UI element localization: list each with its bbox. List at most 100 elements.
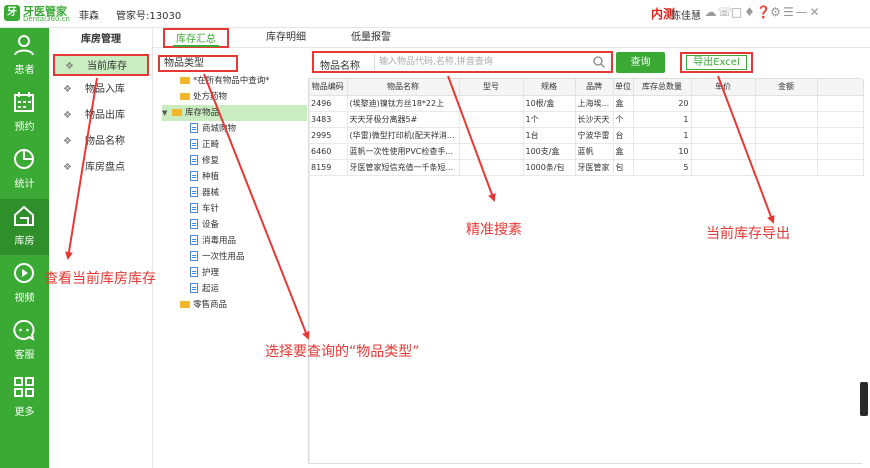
search-box: 物品名称 <box>312 51 613 73</box>
tree-item-label: 处方药物 <box>193 92 228 102</box>
tree-item-care[interactable]: 护理 <box>190 265 219 281</box>
tree-item-disinfection[interactable]: 消毒用品 <box>190 233 236 249</box>
search-label: 物品名称 <box>320 61 360 72</box>
col-header[interactable]: 单价 <box>691 79 756 96</box>
tree-item-equipment[interactable]: 设备 <box>190 217 219 233</box>
sidebar-item-stock-in[interactable]: ❖ 物品入库 <box>53 79 149 101</box>
col-header[interactable]: 型号 <box>459 79 524 96</box>
document-icon <box>190 187 198 197</box>
tree-item-label: 种植 <box>202 172 220 182</box>
nav-stats[interactable]: 统计 <box>0 142 49 198</box>
col-header[interactable]: 品牌 <box>575 79 614 96</box>
tree-item-label: 器械 <box>202 188 220 198</box>
cell-brand: 长沙天天 <box>575 111 614 128</box>
cell-blank <box>817 95 864 112</box>
tree-item-label: 库存物品 <box>185 108 220 118</box>
cell-price <box>691 159 756 176</box>
tree-item-implant[interactable]: 种植 <box>190 169 219 185</box>
table-row[interactable]: 2496 (埃黎迪)镍钛方丝18*22上 10根/盒 上海埃... 盒 20 <box>309 95 864 112</box>
tree-item-mall[interactable]: 商城购物 <box>190 121 236 137</box>
tree-item-stock-goods[interactable]: ▼ 库存物品 <box>162 105 307 121</box>
table-row[interactable]: 2995 (华雷)微型打印机(配天祥消... 1台 宁波华雷 台 1 <box>309 127 864 144</box>
bell-icon[interactable]: ♦ <box>743 5 756 19</box>
cell-name: 天天牙极分离器5# <box>347 111 460 128</box>
nav-label: 库房 <box>14 236 35 247</box>
nav-label: 更多 <box>14 407 35 418</box>
tab-stock-summary[interactable]: 库存汇总 <box>163 28 229 48</box>
tree-item-all[interactable]: *在所有物品中查询* <box>180 73 270 89</box>
cell-model <box>459 111 524 128</box>
app-logo: 牙 牙医管家 Dental360.cn <box>4 3 72 25</box>
col-header[interactable]: 金额 <box>755 79 818 96</box>
nav-support[interactable]: 客服 <box>0 313 49 369</box>
sidebar-item-inventory-check[interactable]: ❖ 库房盘点 <box>53 157 149 179</box>
cell-model <box>459 95 524 112</box>
nav-video[interactable]: 视频 <box>0 256 49 312</box>
col-header[interactable]: 单位 <box>613 79 634 96</box>
col-header[interactable]: 物品名称 <box>347 79 460 96</box>
tree-item-restoration[interactable]: 修复 <box>190 153 219 169</box>
phone-icon[interactable]: ☏ <box>717 5 732 19</box>
query-button[interactable]: 查询 <box>616 52 665 73</box>
cell-amount <box>755 143 818 160</box>
tree-item-orthodontics[interactable]: 正畸 <box>190 137 219 153</box>
tree-item-instruments[interactable]: 器械 <box>190 185 219 201</box>
document-icon <box>190 155 198 165</box>
tree-item-shipping[interactable]: 起运 <box>190 281 219 297</box>
nav-label: 预约 <box>14 122 35 133</box>
caret-down-icon[interactable]: ▼ <box>162 105 172 121</box>
cell-unit: 包 <box>613 159 634 176</box>
cell-blank <box>817 127 864 144</box>
sidebar-item-stock-out[interactable]: ❖ 物品出库 <box>53 105 149 127</box>
tab-low-stock-alert[interactable]: 低量报警 <box>336 28 406 48</box>
menu-icon[interactable]: ☰ <box>782 5 795 19</box>
table-row[interactable]: 8159 牙医管家短信充值一千条短... 1000条/包 牙医管家 包 5 <box>309 159 864 176</box>
sidebar-item-label: 物品入库 <box>85 84 125 95</box>
tree-item-label: 正畸 <box>202 140 220 150</box>
search-input[interactable] <box>374 54 606 70</box>
table-row[interactable]: 6460 蓝帆一次性使用PVC检查手... 100支/盒 蓝帆 盒 10 <box>309 143 864 160</box>
minimize-icon[interactable]: — <box>795 5 808 19</box>
tree-item-burs[interactable]: 车针 <box>190 201 219 217</box>
export-excel-button[interactable]: 导出Excel <box>680 52 753 73</box>
cell-spec: 1000条/包 <box>523 159 576 176</box>
cell-blank <box>817 111 864 128</box>
settings-icon[interactable]: ⚙ <box>769 5 782 19</box>
nav-more[interactable]: 更多 <box>0 370 49 426</box>
annotation-export-stock: 当前库存导出 <box>706 226 790 242</box>
monitor-icon[interactable]: □ <box>730 5 743 19</box>
cell-code: 6460 <box>309 143 348 160</box>
document-icon <box>190 267 198 277</box>
close-icon[interactable]: ✕ <box>808 5 821 19</box>
table-row[interactable]: 3483 天天牙极分离器5# 1个 长沙天天 个 1 <box>309 111 864 128</box>
tree-item-label: 设备 <box>202 220 220 230</box>
sidebar-item-label: 当前库存 <box>87 61 127 72</box>
search-icon[interactable] <box>593 56 605 68</box>
nav-appointment[interactable]: 预约 <box>0 85 49 141</box>
cell-code: 2496 <box>309 95 348 112</box>
nav-patient[interactable]: 患者 <box>0 28 49 84</box>
cell-spec: 1台 <box>523 127 576 144</box>
col-header[interactable]: 规格 <box>523 79 576 96</box>
sidebar-item-current-stock[interactable]: ❖ 当前库存 <box>53 54 149 76</box>
col-header-blank <box>817 79 864 96</box>
nav-label: 统计 <box>14 179 35 190</box>
tree-item-prescription[interactable]: 处方药物 <box>180 89 227 105</box>
col-header[interactable]: 库存总数量 <box>633 79 692 96</box>
sidebar-item-item-names[interactable]: ❖ 物品名称 <box>53 131 149 153</box>
folder-icon <box>180 77 190 84</box>
skin-icon[interactable]: ☁ <box>704 5 717 19</box>
tab-stock-detail[interactable]: 库存明细 <box>251 28 321 48</box>
stock-table: 物品编码 物品名称 型号 规格 品牌 单位 库存总数量 单价 金额 2496 (… <box>308 78 864 464</box>
help-icon[interactable]: ❓ <box>756 5 771 19</box>
nav-warehouse[interactable]: 库房 <box>0 199 49 255</box>
tree-item-retail[interactable]: 零售商品 <box>180 297 227 313</box>
user-name[interactable]: 陈佳慧 <box>671 7 701 22</box>
cell-price <box>691 127 756 144</box>
tree-item-label: 修复 <box>202 156 220 166</box>
cell-blank <box>817 143 864 160</box>
tree-item-disposables[interactable]: 一次性用品 <box>190 249 245 265</box>
side-drawer-handle[interactable] <box>860 382 868 416</box>
col-header[interactable]: 物品编码 <box>309 79 348 96</box>
tree-item-label: 起运 <box>202 284 220 294</box>
